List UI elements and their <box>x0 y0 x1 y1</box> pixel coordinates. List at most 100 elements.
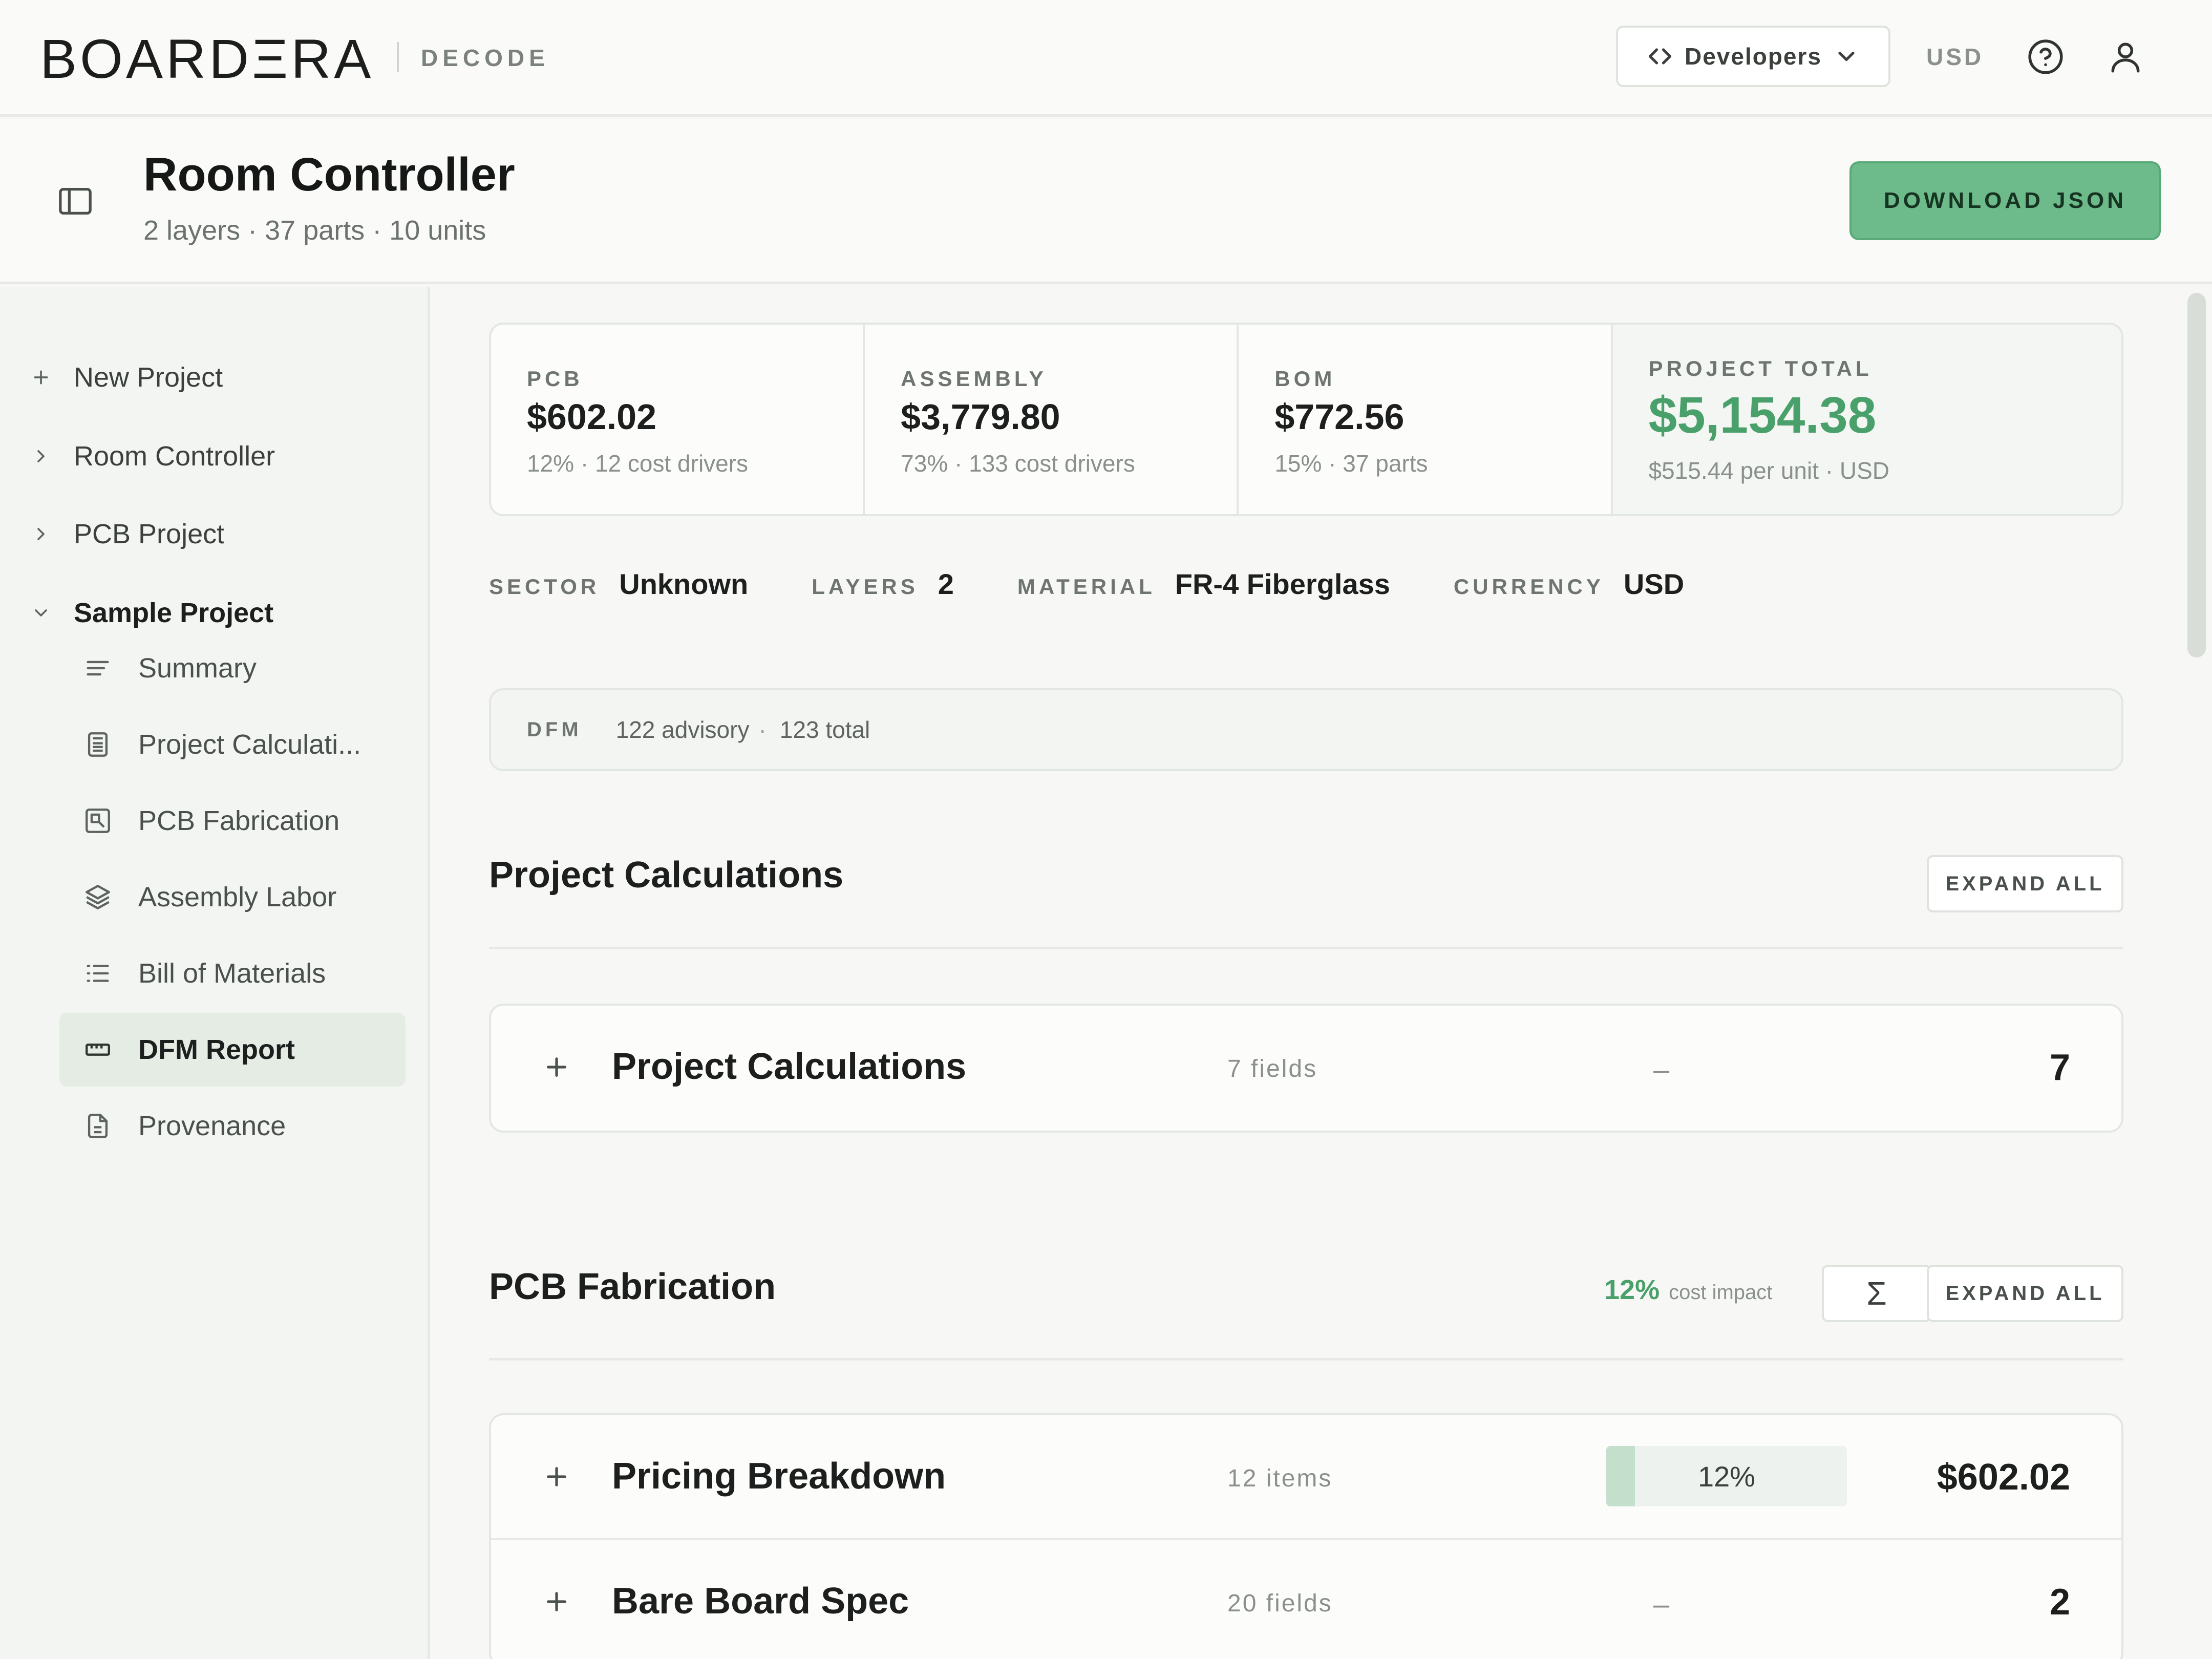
sidebar-item-dfm-report[interactable]: DFM Report <box>59 1013 406 1087</box>
row-value: 7 <box>2049 1047 2070 1088</box>
sidebar-item-label: Sample Project <box>74 598 274 628</box>
table-row[interactable]: Bare Board Spec 20 fields – 2 <box>491 1540 2121 1659</box>
card-value: $772.56 <box>1274 397 1405 437</box>
row-count: 12 items <box>1227 1465 1333 1492</box>
layers-key: LAYERS <box>812 575 919 599</box>
download-json-button[interactable]: DOWNLOAD JSON <box>1849 161 2161 240</box>
expand-all-button[interactable]: EXPAND ALL <box>1927 1265 2123 1322</box>
sum-button[interactable]: Σ <box>1822 1265 1931 1322</box>
product-name: DECODE <box>421 45 549 71</box>
card-note: 12% · 12 cost drivers <box>527 450 749 477</box>
currency-key: CURRENCY <box>1453 575 1604 599</box>
expand-all-button[interactable]: EXPAND ALL <box>1927 855 2123 912</box>
sidebar-item-label: Assembly Labor <box>138 882 337 912</box>
project-meta: SECTOR Unknown LAYERS 2 MATERIAL FR-4 Fi… <box>489 567 1748 601</box>
sidebar-item-room-controller[interactable]: Room Controller <box>31 433 275 479</box>
sidebar-item-bill-of-materials[interactable]: Bill of Materials <box>59 937 406 1010</box>
project-calculations-table: Project Calculations 7 fields – 7 <box>489 1004 2123 1133</box>
list-icon <box>87 965 109 982</box>
developers-dropdown[interactable]: Developers <box>1616 26 1890 87</box>
sidebar-item-label: Provenance <box>138 1111 286 1141</box>
plus-icon <box>34 370 48 385</box>
sidebar: New Project Room Controller PCB Project … <box>0 287 430 1659</box>
material-key: MATERIAL <box>1017 575 1156 599</box>
dfm-summary[interactable]: DFM 122 advisory · 123 total <box>489 688 2123 771</box>
currency-selector[interactable]: USD <box>1926 43 1984 71</box>
developers-label: Developers <box>1684 43 1822 70</box>
row-value: 2 <box>2049 1582 2070 1623</box>
plus-icon[interactable] <box>542 1587 571 1616</box>
row-name: Bare Board Spec <box>612 1581 909 1622</box>
card-value: $3,779.80 <box>901 397 1060 437</box>
card-label: BOM <box>1274 367 1336 391</box>
sidebar-toggle-icon[interactable] <box>57 186 93 217</box>
sidebar-item-provenance[interactable]: Provenance <box>59 1089 406 1163</box>
share-bar: 12% <box>1606 1446 1847 1506</box>
cost-summary-cards: PCB $602.02 12% · 12 cost drivers ASSEMB… <box>489 323 2123 516</box>
circuit-board-icon <box>86 809 110 833</box>
layers-value: 2 <box>938 568 954 600</box>
calculator-icon <box>88 732 108 757</box>
project-total-value: $5,154.38 <box>1648 387 1877 444</box>
cost-impact-label: cost impact <box>1669 1281 1773 1304</box>
chevron-right-icon <box>37 528 45 540</box>
sidebar-item-new-project[interactable]: New Project <box>31 354 223 400</box>
sidebar-item-label: Room Controller <box>74 441 275 472</box>
card-note: 73% · 133 cost drivers <box>901 450 1135 477</box>
section-title-project-calculations: Project Calculations <box>489 855 844 896</box>
row-name: Project Calculations <box>612 1046 967 1087</box>
divider <box>489 1358 2123 1360</box>
card-note: $515.44 per unit · USD <box>1648 457 1890 484</box>
page-title: Room Controller <box>143 148 515 201</box>
sidebar-item-project-calculations[interactable]: Project Calculati... <box>59 708 406 781</box>
logo[interactable]: BOARDΞRA <box>40 27 374 91</box>
page-subtitle: 2 layers · 37 parts · 10 units <box>143 215 486 246</box>
row-count: 20 fields <box>1227 1590 1333 1617</box>
pcb-fabrication-table: Pricing Breakdown 12 items 12% $602.02 B… <box>489 1413 2123 1659</box>
table-row[interactable]: Pricing Breakdown 12 items 12% $602.02 <box>491 1415 2121 1540</box>
sidebar-item-sample-project[interactable]: Sample Project <box>31 590 273 636</box>
currency-value: USD <box>1623 568 1685 600</box>
sidebar-item-label: Summary <box>138 653 257 684</box>
sidebar-item-label: New Project <box>74 362 223 393</box>
card-note: 15% · 37 parts <box>1274 450 1428 477</box>
align-left-icon <box>87 661 109 676</box>
sidebar-item-pcb-project[interactable]: PCB Project <box>31 511 224 557</box>
sidebar-item-label: PCB Project <box>74 519 225 549</box>
share-bar-label: 12% <box>1697 1460 1756 1493</box>
divider <box>489 947 2123 949</box>
cost-impact-value: 12% <box>1604 1274 1660 1305</box>
sidebar-item-assembly-labor[interactable]: Assembly Labor <box>59 860 406 934</box>
sidebar-item-label: Project Calculati... <box>138 729 361 760</box>
logo-divider <box>397 42 399 72</box>
table-row[interactable]: Project Calculations 7 fields – 7 <box>491 1006 2121 1131</box>
sidebar-item-label: PCB Fabrication <box>138 805 340 836</box>
chevron-down-icon <box>35 609 47 616</box>
project-header: Room Controller 2 layers · 37 parts · 10… <box>0 119 2212 284</box>
sidebar-item-summary[interactable]: Summary <box>59 631 406 705</box>
code-icon <box>1648 48 1672 65</box>
assembly-cost-card: ASSEMBLY $3,779.80 73% · 133 cost driver… <box>865 325 1239 514</box>
cost-impact: 12% cost impact <box>1604 1274 1772 1306</box>
plus-icon[interactable] <box>542 1462 571 1491</box>
main-content: PCB $602.02 12% · 12 cost drivers ASSEMB… <box>433 287 2184 1659</box>
dfm-label: DFM <box>527 718 582 741</box>
card-value: $602.02 <box>527 397 657 437</box>
scrollbar[interactable] <box>2187 293 2206 657</box>
dfm-separator: · <box>758 716 767 743</box>
sidebar-item-label: DFM Report <box>138 1034 295 1065</box>
row-share: – <box>1653 1053 1670 1086</box>
sidebar-item-pcb-fabrication[interactable]: PCB Fabrication <box>59 784 406 858</box>
chevron-down-icon <box>1838 51 1855 61</box>
dfm-total-count: 123 total <box>779 716 870 743</box>
project-total-card: PROJECT TOTAL $5,154.38 $515.44 per unit… <box>1612 325 2121 514</box>
material-value: FR-4 Fiberglass <box>1175 568 1390 600</box>
user-icon[interactable] <box>2107 38 2144 76</box>
sector-key: SECTOR <box>489 575 600 599</box>
dfm-advisory-count: 122 advisory <box>615 716 750 743</box>
section-title-pcb-fabrication: PCB Fabrication <box>489 1266 776 1307</box>
ruler-icon <box>86 1044 110 1056</box>
plus-icon[interactable] <box>542 1053 571 1081</box>
sidebar-item-label: Bill of Materials <box>138 958 326 989</box>
help-icon[interactable] <box>2027 38 2065 76</box>
